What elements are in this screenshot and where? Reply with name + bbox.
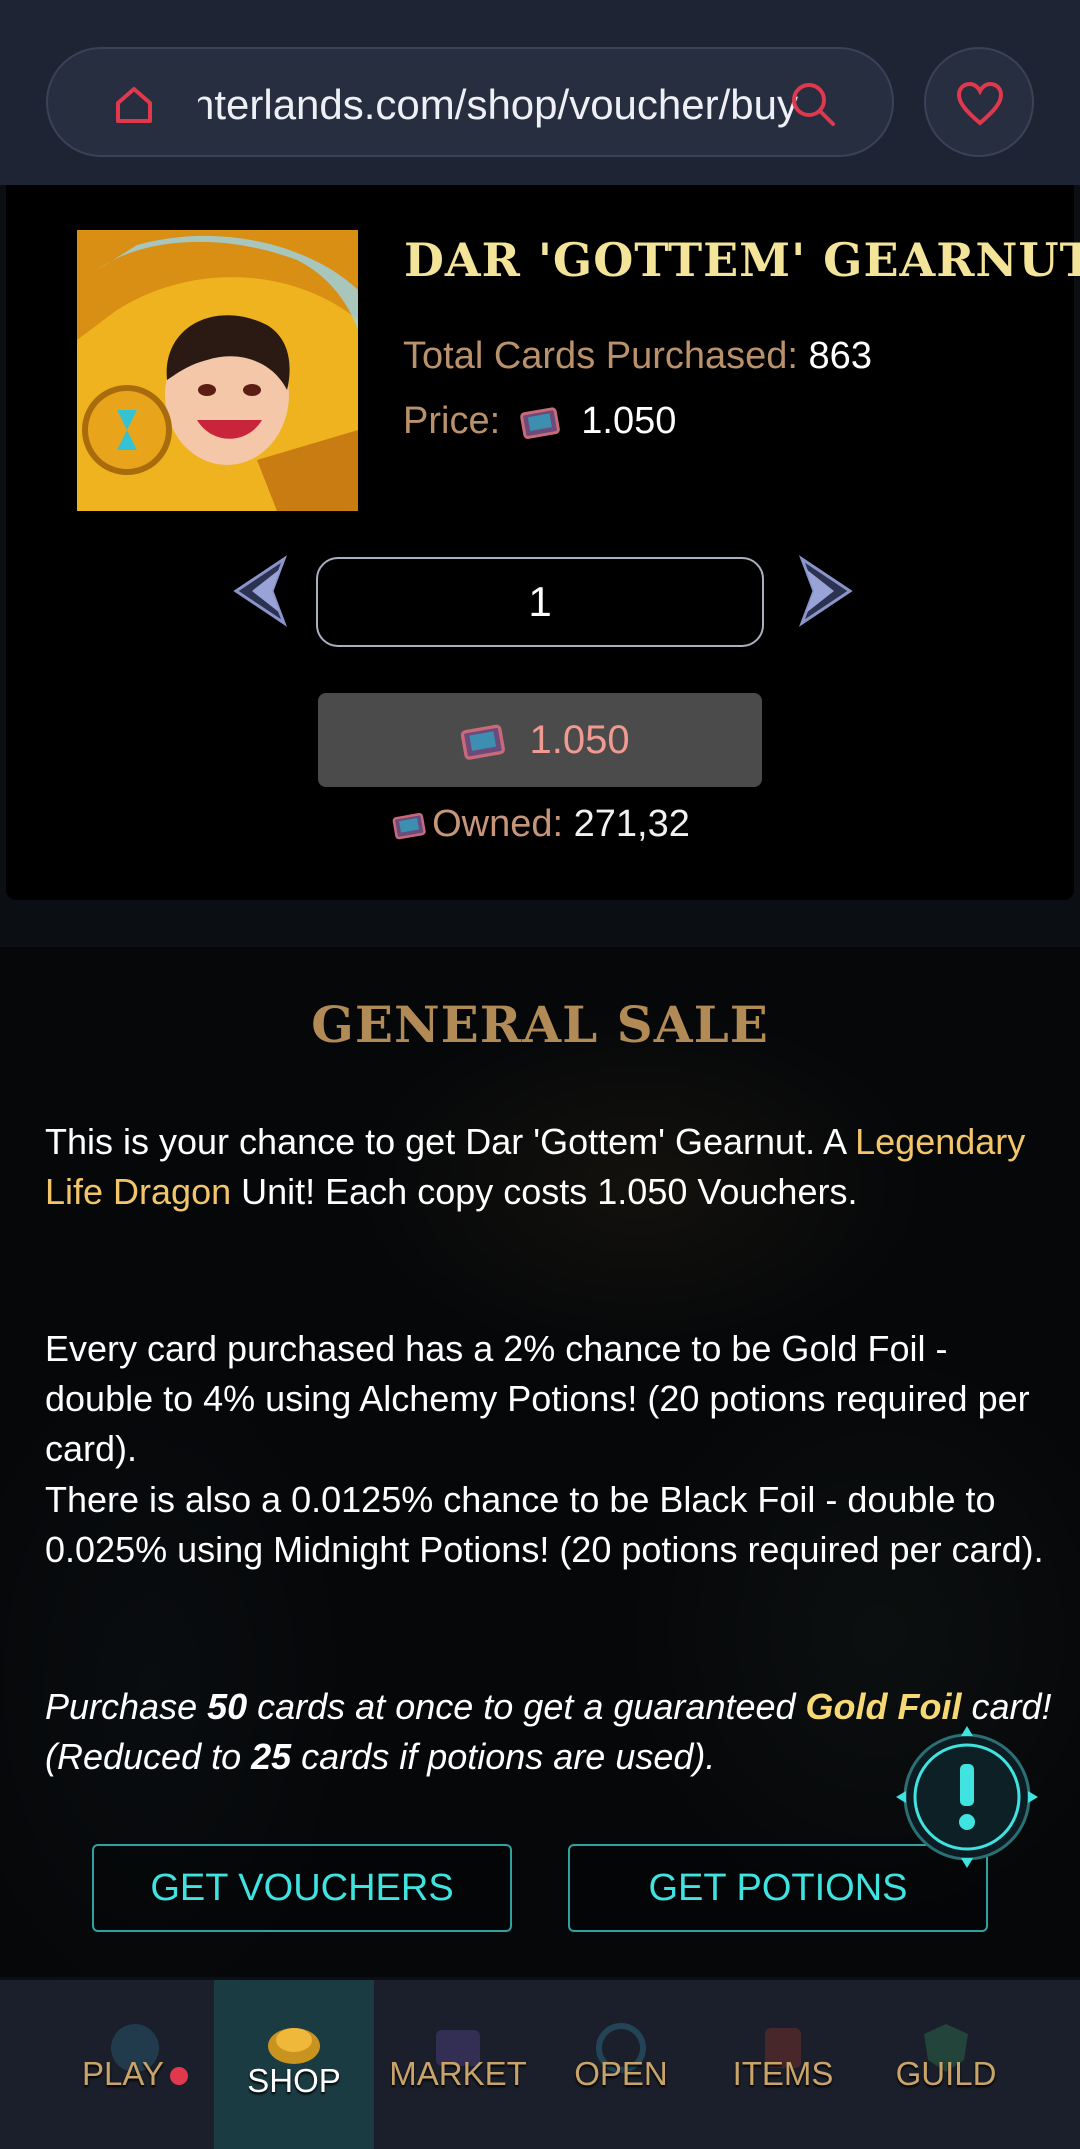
product-panel: DAR 'GOTTEM' GEARNUT Total Cards Purchas… — [6, 185, 1080, 900]
chevron-right-icon[interactable] — [796, 555, 858, 627]
gold-foil-highlight: Gold Foil — [805, 1686, 962, 1727]
get-vouchers-button[interactable]: GET VOUCHERS — [92, 1844, 512, 1932]
sale-p1-text-end: Unit! Each copy costs 1.050 Vouchers. — [231, 1171, 858, 1212]
price-row: Price: 1.050 — [403, 400, 676, 443]
nav-shop-label: SHOP — [247, 2062, 341, 2099]
alert-icon[interactable] — [892, 1722, 1042, 1872]
owned-value: 271,32 — [573, 803, 690, 845]
bulk-count: 50 — [207, 1686, 248, 1727]
nav-market[interactable]: MARKET — [378, 1980, 538, 2149]
nav-market-label: MARKET — [389, 2055, 527, 2092]
nav-open-label: OPEN — [574, 2055, 668, 2092]
favorite-button[interactable] — [924, 47, 1034, 157]
sale-title: GENERAL SALE — [311, 995, 769, 1054]
nav-play-label: PLAY — [55, 2055, 215, 2093]
owned-row: Owned: 271,32 — [6, 803, 1074, 846]
total-purchased-value: 863 — [808, 335, 872, 377]
price-label: Price: — [403, 400, 501, 442]
url-text[interactable]: splinterlands.com/shop/voucher/buy — [198, 77, 798, 133]
voucher-icon — [519, 407, 560, 439]
nav-items[interactable]: ITEMS — [703, 1980, 863, 2149]
bottom-nav: PLAY SHOP MARKET OPEN ITEMS GUILD — [0, 1980, 1080, 2149]
nav-play[interactable]: PLAY — [55, 1980, 215, 2149]
sale-paragraph-3: There is also a 0.0125% chance to be Bla… — [45, 1479, 1044, 1570]
nav-guild-label: GUILD — [895, 2055, 997, 2092]
address-bar[interactable]: splinterlands.com/shop/voucher/buy — [46, 47, 894, 157]
voucher-icon — [392, 812, 426, 840]
nav-items-label: ITEMS — [732, 2055, 834, 2092]
total-purchased-label: Total Cards Purchased: — [403, 335, 798, 377]
card-portrait — [77, 230, 358, 511]
card-art — [77, 230, 358, 511]
buy-button-label: 1.050 — [529, 718, 630, 762]
sale-paragraph-2: Every card purchased has a 2% chance to … — [45, 1328, 1030, 1469]
quantity-input[interactable]: 1 — [316, 557, 764, 647]
voucher-icon — [461, 725, 506, 761]
sale-paragraph-1: This is your chance to get Dar 'Gottem' … — [45, 1117, 1045, 1217]
chevron-left-icon[interactable] — [228, 555, 290, 627]
nav-guild[interactable]: GUILD — [866, 1980, 1026, 2149]
nav-open[interactable]: OPEN — [541, 1980, 701, 2149]
card-title: DAR 'GOTTEM' GEARNUT — [404, 233, 1080, 287]
buy-button[interactable]: 1.050 — [318, 693, 762, 787]
search-icon[interactable] — [788, 79, 838, 129]
owned-label: Owned: — [432, 803, 564, 845]
home-icon[interactable] — [112, 83, 156, 127]
nav-shop[interactable]: SHOP — [214, 1980, 374, 2149]
notification-dot — [169, 2067, 188, 2086]
heart-icon — [956, 81, 1004, 126]
browser-bar: splinterlands.com/shop/voucher/buy — [0, 0, 1080, 185]
total-purchased-row: Total Cards Purchased: 863 — [403, 335, 872, 378]
sale-p1-text: This is your chance to get Dar 'Gottem' … — [45, 1121, 856, 1162]
price-value: 1.050 — [581, 400, 677, 442]
reduced-count: 25 — [251, 1736, 292, 1777]
